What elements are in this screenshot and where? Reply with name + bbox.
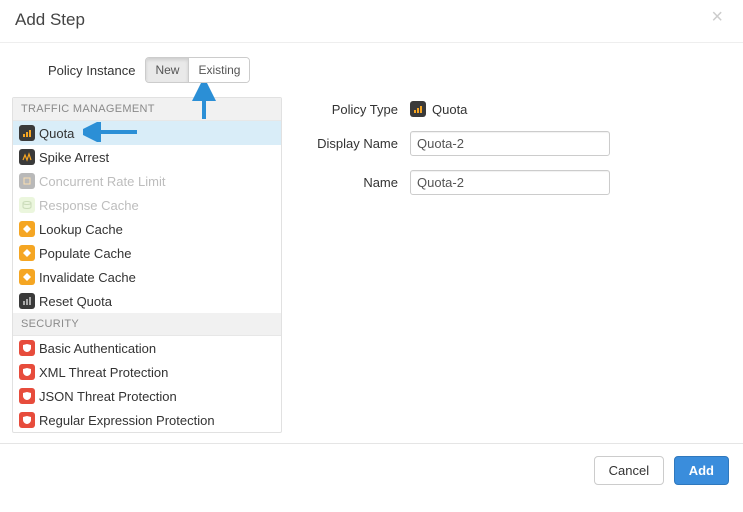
spike-arrest-icon — [19, 149, 35, 165]
policy-label: Populate Cache — [39, 246, 132, 261]
quota-icon — [19, 125, 35, 141]
annotation-arrow-icon — [83, 122, 139, 142]
policy-list[interactable]: TRAFFIC MANAGEMENT Quota Spike Ar — [12, 97, 282, 433]
policy-label: Regular Expression Protection — [39, 413, 215, 428]
policy-label: Response Cache — [39, 198, 139, 213]
shield-icon — [19, 364, 35, 380]
cancel-button[interactable]: Cancel — [594, 456, 664, 485]
instance-new-button[interactable]: New — [146, 58, 188, 82]
policy-label: Reset Quota — [39, 294, 112, 309]
display-name-label: Display Name — [302, 136, 410, 151]
policy-type-row: Policy Type Quota — [302, 101, 731, 117]
add-step-modal: Add Step × Policy Instance New Existing … — [0, 0, 743, 444]
policy-label: Spike Arrest — [39, 150, 109, 165]
policy-label: Quota — [39, 126, 74, 141]
policy-instance-row: Policy Instance New Existing — [12, 57, 731, 97]
content-split: TRAFFIC MANAGEMENT Quota Spike Ar — [12, 97, 731, 433]
name-label: Name — [302, 175, 410, 190]
modal-header: Add Step × — [0, 0, 743, 43]
policy-label: Basic Authentication — [39, 341, 156, 356]
group-header-traffic: TRAFFIC MANAGEMENT — [13, 98, 281, 121]
policy-item-invalidate-cache[interactable]: Invalidate Cache — [13, 265, 281, 289]
policy-form: Policy Type Quota Display Name Name — [302, 97, 731, 433]
modal-footer: Cancel Add — [0, 444, 743, 497]
name-row: Name — [302, 170, 731, 195]
shield-icon — [19, 388, 35, 404]
quota-icon — [410, 101, 426, 117]
modal-body: Policy Instance New Existing TRAFFIC MAN… — [0, 43, 743, 443]
add-button[interactable]: Add — [674, 456, 729, 485]
policy-label: JSON Threat Protection — [39, 389, 177, 404]
policy-item-lookup-cache[interactable]: Lookup Cache — [13, 217, 281, 241]
policy-type-value: Quota — [410, 101, 467, 117]
response-cache-icon — [19, 197, 35, 213]
policy-item-basic-auth[interactable]: Basic Authentication — [13, 336, 281, 360]
policy-item-concurrent-rate-limit: Concurrent Rate Limit — [13, 169, 281, 193]
display-name-input[interactable] — [410, 131, 610, 156]
shield-icon — [19, 340, 35, 356]
policy-item-populate-cache[interactable]: Populate Cache — [13, 241, 281, 265]
policy-item-regex-protection[interactable]: Regular Expression Protection — [13, 408, 281, 432]
invalidate-cache-icon — [19, 269, 35, 285]
policy-type-label: Policy Type — [302, 102, 410, 117]
policy-label: XML Threat Protection — [39, 365, 168, 380]
policy-item-reset-quota[interactable]: Reset Quota — [13, 289, 281, 313]
policy-item-xml-threat[interactable]: XML Threat Protection — [13, 360, 281, 384]
populate-cache-icon — [19, 245, 35, 261]
policy-item-quota[interactable]: Quota — [13, 121, 281, 145]
concurrent-rate-limit-icon — [19, 173, 35, 189]
display-name-row: Display Name — [302, 131, 731, 156]
name-input[interactable] — [410, 170, 610, 195]
policy-item-json-threat[interactable]: JSON Threat Protection — [13, 384, 281, 408]
lookup-cache-icon — [19, 221, 35, 237]
policy-item-spike-arrest[interactable]: Spike Arrest — [13, 145, 281, 169]
policy-label: Invalidate Cache — [39, 270, 136, 285]
modal-title: Add Step — [15, 10, 728, 30]
shield-icon — [19, 412, 35, 428]
policy-label: Concurrent Rate Limit — [39, 174, 165, 189]
policy-label: Lookup Cache — [39, 222, 123, 237]
policy-instance-label: Policy Instance — [48, 63, 135, 78]
instance-toggle-group: New Existing — [145, 57, 250, 83]
group-header-security: SECURITY — [13, 313, 281, 336]
reset-quota-icon — [19, 293, 35, 309]
close-button[interactable]: × — [705, 6, 729, 28]
policy-item-response-cache: Response Cache — [13, 193, 281, 217]
policy-type-text: Quota — [432, 102, 467, 117]
instance-existing-button[interactable]: Existing — [189, 58, 249, 82]
